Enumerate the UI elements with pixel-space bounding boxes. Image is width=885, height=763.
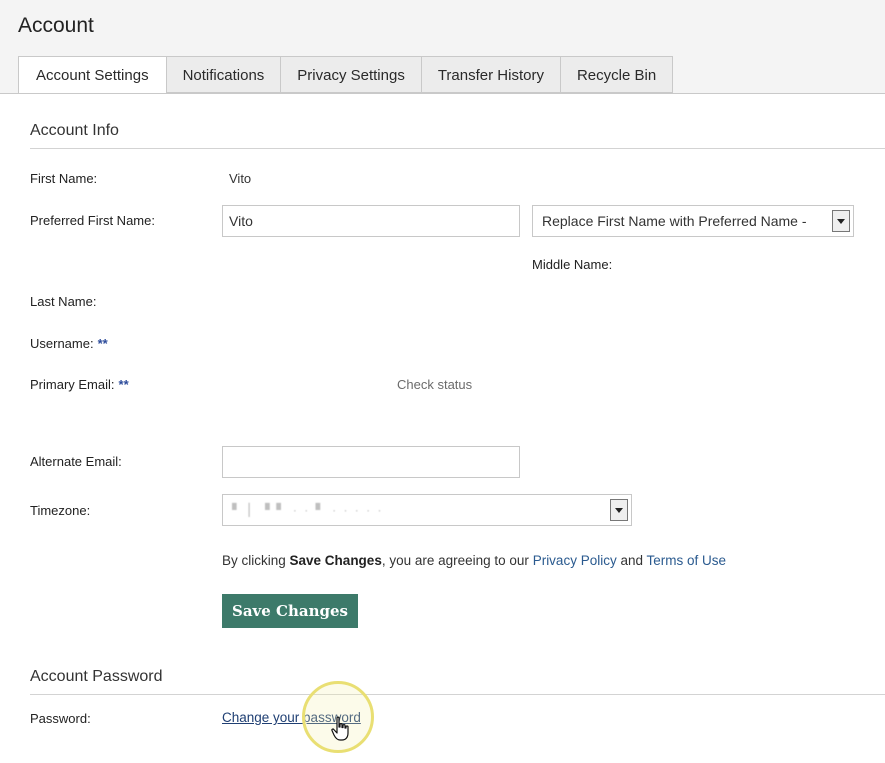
chevron-down-icon [610,499,628,521]
middle-name-label: Middle Name: [532,257,613,272]
first-name-value: Vito [229,171,252,186]
page-title: Account [18,14,94,37]
check-status-link[interactable]: Check status [397,377,472,392]
required-mark: ** [97,336,108,351]
change-password-link[interactable]: Change your password [222,710,361,725]
agreement-and: and [616,553,647,568]
preferred-name-option-value: Replace First Name with Preferred Name - [542,213,807,229]
required-mark: ** [118,377,129,392]
account-info-divider [30,148,885,149]
agreement-prefix: By clicking [222,553,290,568]
timezone-value: ▘ ▏ ▘▘ · · ▘ · · · · · [232,503,384,517]
preferred-name-option-select[interactable]: Replace First Name with Preferred Name - [532,205,854,237]
agreement-save-changes: Save Changes [289,553,382,568]
tab-notifications[interactable]: Notifications [166,56,282,93]
save-changes-button[interactable]: Save Changes [222,594,358,628]
agreement-text: By clicking Save Changes, you are agreei… [222,553,726,568]
account-password-divider [30,694,885,695]
tab-account-settings[interactable]: Account Settings [18,56,167,94]
terms-of-use-link[interactable]: Terms of Use [647,553,727,568]
primary-email-label-text: Primary Email: [30,377,115,392]
preferred-first-name-label: Preferred First Name: [30,213,155,228]
username-label-text: Username: [30,336,94,351]
last-name-label: Last Name: [30,294,97,309]
tab-divider [0,93,885,94]
agreement-middle: , you are agreeing to our [381,553,533,568]
timezone-select[interactable]: ▘ ▏ ▘▘ · · ▘ · · · · · [222,494,632,526]
first-name-label: First Name: [30,171,98,186]
timezone-label: Timezone: [30,503,91,518]
password-label: Password: [30,711,91,726]
account-info-title: Account Info [30,122,119,139]
tab-bar: Account Settings Notifications Privacy S… [18,56,674,94]
account-password-title: Account Password [30,668,163,685]
privacy-policy-link[interactable]: Privacy Policy [533,553,617,568]
username-label: Username: ** [30,336,108,351]
preferred-first-name-input[interactable] [222,205,520,237]
primary-email-label: Primary Email: ** [30,377,129,392]
tab-recycle-bin[interactable]: Recycle Bin [560,56,674,93]
tab-transfer-history[interactable]: Transfer History [421,56,561,93]
alternate-email-input[interactable] [222,446,520,478]
alternate-email-label: Alternate Email: [30,454,122,469]
chevron-down-icon [832,210,850,232]
tab-privacy-settings[interactable]: Privacy Settings [281,56,422,93]
